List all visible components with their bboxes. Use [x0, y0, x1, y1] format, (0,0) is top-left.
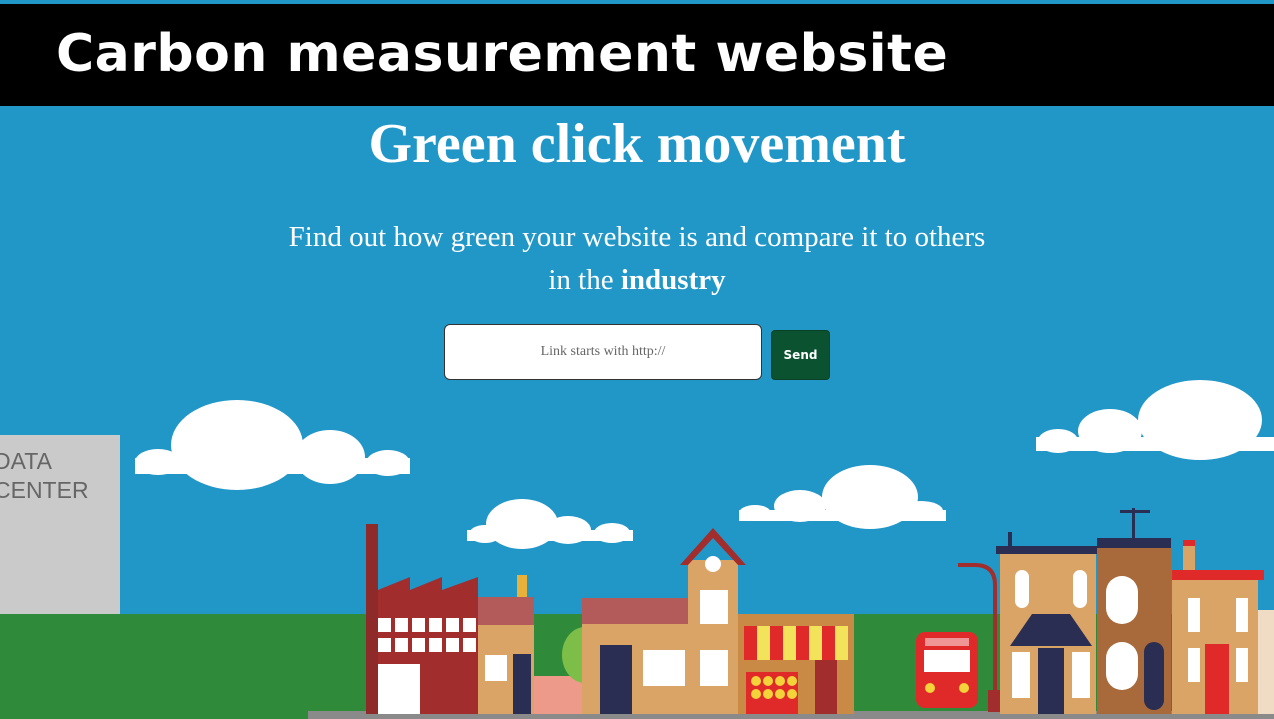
data-center-line1: DATA: [0, 448, 52, 474]
data-center-building: DATA CENTER: [0, 435, 120, 614]
hero-subtitle: Find out how green your website is and c…: [237, 216, 1037, 302]
hero-title: Green click movement: [368, 113, 906, 175]
pink-wall: [534, 676, 584, 714]
data-center-line2: CENTER: [0, 477, 89, 503]
cloud-icon: [135, 400, 410, 490]
cloud-icon: [739, 465, 946, 529]
send-button[interactable]: Send: [771, 330, 830, 380]
hero-subtitle-prefix: in the: [548, 264, 621, 296]
bus-icon: [916, 632, 978, 708]
house-building: [582, 528, 746, 714]
corner-building: [1172, 540, 1264, 714]
hero-subtitle-line2: in the industry: [237, 259, 1037, 302]
data-center-label: DATA CENTER: [0, 447, 134, 505]
factory-building: [366, 524, 478, 714]
tower-building: [1097, 508, 1171, 714]
cloud-icon: [467, 499, 633, 549]
hero-subtitle-line1: Find out how green your website is and c…: [288, 221, 986, 253]
hero-subtitle-bold: industry: [620, 264, 726, 296]
edge-building: [1258, 610, 1274, 714]
store-building: [738, 614, 854, 714]
apartment-building: [996, 532, 1100, 714]
cloud-icon: [1036, 380, 1274, 460]
shop-building: [478, 575, 534, 714]
url-input[interactable]: [444, 324, 762, 380]
